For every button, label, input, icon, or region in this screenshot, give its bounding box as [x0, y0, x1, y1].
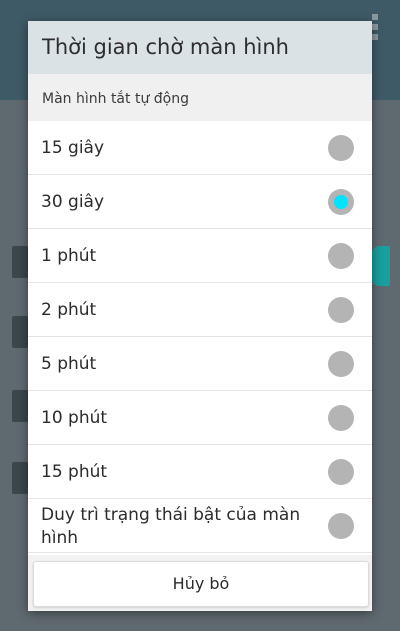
option-label: 5 phút [41, 353, 97, 374]
option-label: 15 giây [41, 137, 105, 158]
option-15-minutes[interactable]: 15 phút [28, 445, 372, 499]
option-label: Duy trì trạng thái bật của màn hình [41, 505, 301, 548]
option-30-seconds[interactable]: 30 giây [28, 175, 372, 229]
option-15-seconds[interactable]: 15 giây [28, 121, 372, 175]
background-thumb-icon [12, 246, 28, 278]
screen-timeout-dialog: Thời gian chờ màn hình Màn hình tắt tự đ… [28, 21, 372, 611]
dialog-subhead: Màn hình tắt tự động [28, 74, 372, 121]
option-label: 30 giây [41, 191, 105, 212]
background-thumb-icon [12, 316, 28, 348]
option-1-minute[interactable]: 1 phút [28, 229, 372, 283]
timeout-options: 15 giây 30 giây 1 phút 2 phút 5 phút 10 … [28, 121, 372, 553]
radio-button[interactable] [328, 350, 354, 377]
option-label: 2 phút [41, 299, 97, 320]
radio-button[interactable] [328, 458, 354, 485]
dialog-footer: Hủy bỏ [28, 555, 372, 611]
overflow-menu-icon [372, 14, 378, 40]
option-keep-screen-on[interactable]: Duy trì trạng thái bật của màn hình [28, 499, 372, 553]
option-10-minutes[interactable]: 10 phút [28, 391, 372, 445]
background-thumb-icon [12, 462, 28, 494]
radio-button[interactable] [328, 296, 354, 323]
radio-button[interactable] [328, 512, 354, 539]
radio-button[interactable] [328, 404, 354, 431]
dialog-title: Thời gian chờ màn hình [28, 21, 372, 74]
background-thumb-icon [12, 390, 28, 422]
option-label: 10 phút [41, 407, 108, 428]
cancel-button[interactable]: Hủy bỏ [33, 561, 369, 607]
option-2-minutes[interactable]: 2 phút [28, 283, 372, 337]
radio-button[interactable] [328, 188, 354, 215]
radio-button[interactable] [328, 242, 354, 269]
radio-button[interactable] [328, 134, 354, 161]
option-label: 1 phút [41, 245, 97, 266]
option-label: 15 phút [41, 461, 108, 482]
option-5-minutes[interactable]: 5 phút [28, 337, 372, 391]
